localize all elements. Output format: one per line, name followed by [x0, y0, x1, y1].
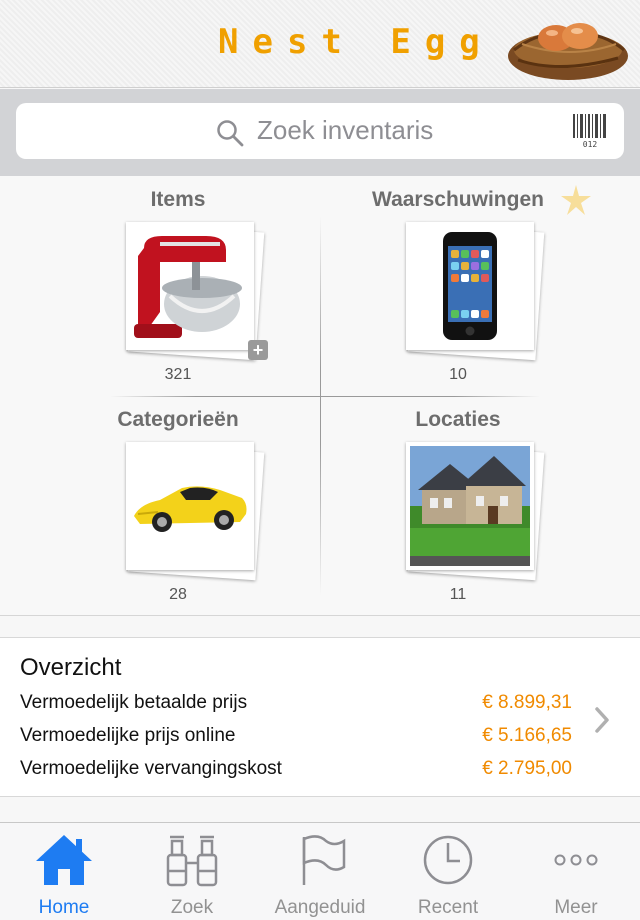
card-front: [126, 442, 254, 570]
tile-count: 11: [449, 586, 467, 603]
tile-items[interactable]: Items + 321: [18, 176, 338, 396]
tile-count: 10: [449, 366, 467, 383]
barcode-digits: 012: [583, 140, 598, 149]
card-front: [406, 442, 534, 570]
dashboard-grid: Items + 321 Waarschuwingen 10 Categorieë…: [0, 176, 640, 616]
overview-label: Vermoedelijk betaalde prijs: [20, 692, 248, 713]
tile-categories[interactable]: Categorieën 28: [18, 396, 338, 616]
flag-icon: [302, 835, 346, 885]
binoculars-icon: [166, 835, 218, 887]
tile-image-stack: [406, 222, 545, 361]
tab-label: Home: [38, 897, 90, 918]
nest-egg-logo-icon: [508, 23, 628, 80]
tab-label: Aangeduid: [274, 897, 366, 918]
tab-home[interactable]: Home: [0, 823, 128, 920]
tab-flagged[interactable]: Aangeduid: [256, 823, 384, 920]
tile-count: 28: [169, 586, 187, 603]
overview-label: Vermoedelijke prijs online: [20, 725, 236, 746]
app-header: Nest Egg: [0, 0, 640, 88]
home-icon: [36, 835, 92, 885]
barcode-icon[interactable]: 012: [572, 113, 608, 149]
overview-value: € 2.795,00: [482, 758, 572, 779]
tab-more[interactable]: Meer: [512, 823, 640, 920]
more-icon: [554, 854, 598, 866]
tile-title: Categorieën: [117, 408, 239, 431]
app-title: Nest Egg: [218, 22, 494, 62]
tab-label: Zoek: [170, 897, 214, 918]
tile-image-stack: [406, 442, 545, 581]
search-bar: Zoek inventaris 012: [0, 89, 640, 176]
search-placeholder: Zoek inventaris: [257, 115, 434, 145]
tab-search[interactable]: Zoek: [128, 823, 256, 920]
overview-panel[interactable]: Overzicht Vermoedelijk betaalde prijs € …: [0, 637, 640, 797]
tab-recent[interactable]: Recent: [384, 823, 512, 920]
chevron-right-icon[interactable]: [594, 706, 610, 734]
clock-icon: [423, 835, 473, 885]
card-front: [406, 222, 534, 350]
yellow-sports-car-icon: [134, 486, 247, 532]
tile-image-stack: +: [126, 222, 268, 361]
search-input[interactable]: Zoek inventaris 012: [16, 103, 624, 159]
tab-bar: Home Zoek Aangeduid Recent Meer: [0, 822, 640, 920]
overview-row-replacement: Vermoedelijke vervangingskost € 2.795,00: [20, 758, 580, 786]
overview-title: Overzicht: [20, 654, 122, 681]
search-icon: [217, 120, 244, 147]
tab-label: Meer: [554, 897, 598, 918]
add-item-button[interactable]: +: [248, 340, 268, 360]
overview-row-online: Vermoedelijke prijs online € 5.166,65: [20, 725, 580, 753]
card-front: [126, 222, 254, 350]
overview-value: € 5.166,65: [482, 725, 572, 746]
tile-locations[interactable]: Locaties 11: [298, 396, 618, 616]
overview-label: Vermoedelijke vervangingskost: [20, 758, 282, 779]
tile-title: Locaties: [415, 408, 501, 431]
star-icon: [561, 185, 591, 215]
smartphone-icon: [443, 232, 497, 340]
kitchen-mixer-icon: [134, 236, 242, 338]
tile-title: Items: [150, 188, 206, 211]
overview-value: € 8.899,31: [482, 692, 572, 713]
tile-image-stack: [126, 442, 265, 581]
overview-row-paid: Vermoedelijk betaalde prijs € 8.899,31: [20, 692, 580, 720]
house-icon: [410, 446, 530, 566]
tile-count: 321: [164, 366, 192, 383]
tab-label: Recent: [417, 897, 479, 918]
